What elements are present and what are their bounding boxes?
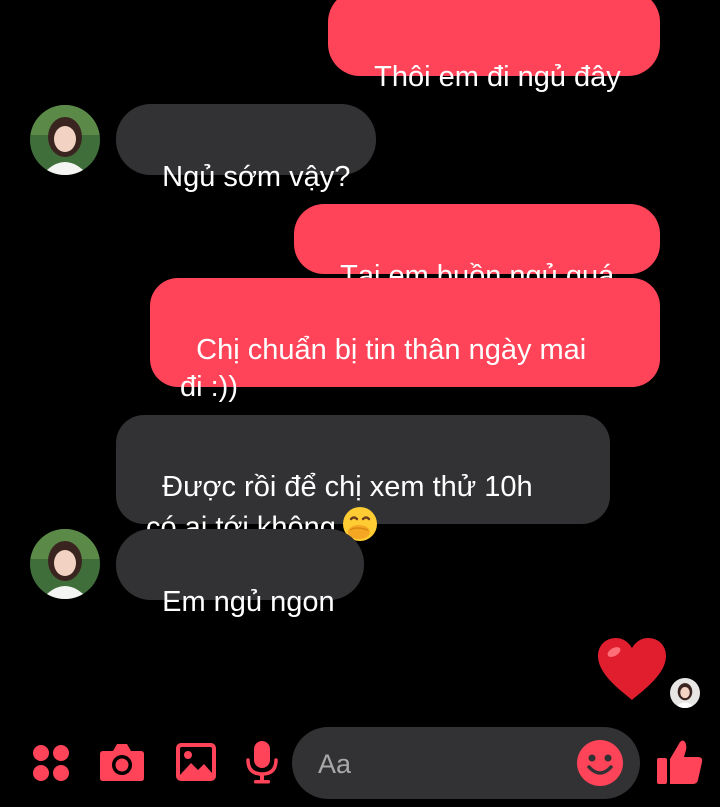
contact-avatar[interactable] <box>30 105 100 175</box>
message-text: Em ngủ ngon <box>162 586 335 618</box>
message-text: Chị chuẩn bị tin thân ngày mai đi :)) <box>180 334 587 403</box>
microphone-icon[interactable] <box>245 740 279 784</box>
emoji-icon[interactable] <box>576 739 624 787</box>
message-bubble-outgoing[interactable]: Chị chuẩn bị tin thân ngày mai đi :)) <box>150 278 660 403</box>
message-text: Ngủ sớm vậy? <box>162 161 351 193</box>
message-bubble-outgoing[interactable]: Tại em buồn ngủ quá <box>294 204 660 292</box>
heart-emoji[interactable] <box>596 636 668 702</box>
message-text: Thôi em đi ngủ đây <box>374 61 621 93</box>
message-input[interactable] <box>316 745 560 783</box>
thumbs-up-icon[interactable] <box>656 738 704 786</box>
gallery-icon[interactable] <box>175 742 217 782</box>
message-composer[interactable] <box>292 727 640 799</box>
contact-avatar[interactable] <box>30 529 100 599</box>
message-bubble-incoming[interactable]: Em ngủ ngon <box>116 529 364 618</box>
camera-icon[interactable] <box>99 742 145 782</box>
seen-avatar <box>670 678 700 708</box>
menu-dots-icon[interactable] <box>32 744 70 782</box>
message-bubble-outgoing[interactable]: Thôi em đi ngủ đây <box>328 0 660 93</box>
message-bubble-incoming[interactable]: Ngủ sớm vậy? <box>116 104 376 193</box>
message-bubble-incoming[interactable]: Được rồi để chị xem thử 10h có ai tới kh… <box>116 415 610 544</box>
